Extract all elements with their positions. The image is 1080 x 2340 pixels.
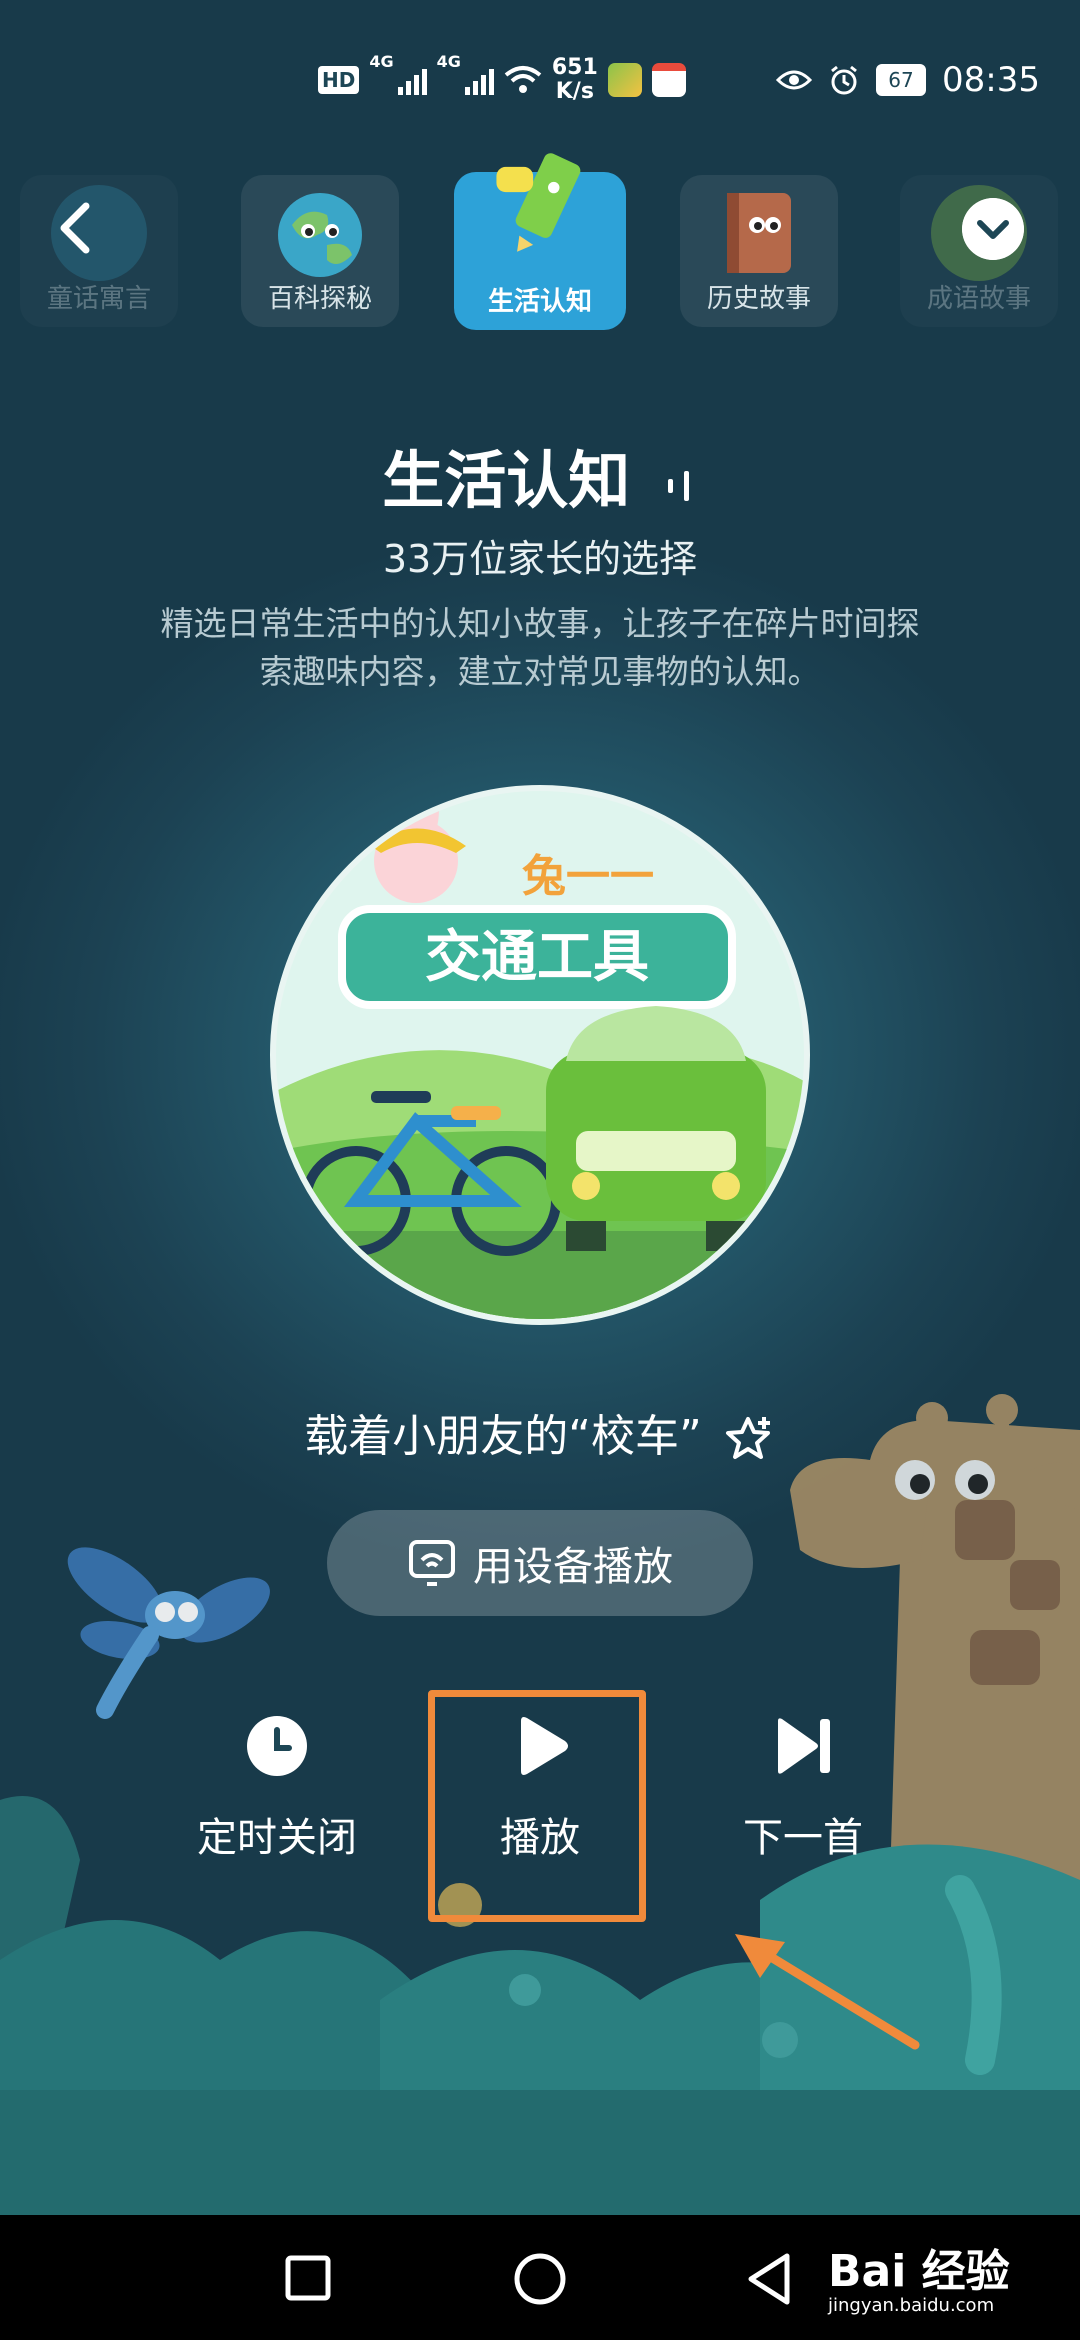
- chevron-down-icon[interactable]: [962, 198, 1024, 260]
- category-label: 百科探秘: [267, 284, 372, 314]
- net-label-1: 4G: [369, 52, 394, 71]
- page-title: 生活认知: [382, 444, 631, 517]
- net-speed: 651 K/s: [552, 56, 598, 104]
- category-tab-life-cognition[interactable]: 生活认知: [454, 153, 626, 330]
- net-speed-value: 651: [551, 55, 598, 80]
- clock: 08:35: [942, 60, 1040, 100]
- history-book-icon: [727, 193, 791, 273]
- status-bar: HD 4G 4G 651 K/s 67 08:35: [0, 0, 1080, 150]
- home-icon[interactable]: [513, 2252, 567, 2306]
- category-label: 成语故事: [926, 284, 1031, 314]
- earth-icon: [278, 193, 362, 277]
- category-tab-history[interactable]: 历史故事: [680, 175, 838, 327]
- wifi-icon: [504, 66, 542, 93]
- page-title-row: 生活认知: [0, 430, 1080, 520]
- next-track-label: 下一首: [743, 1815, 863, 1861]
- page-description: 精选日常生活中的认知小故事，让孩子在碎片时间探索趣味内容，建立对常见事物的认知。: [160, 604, 920, 691]
- pencil-icon: [496, 153, 581, 252]
- calendar-notification-icon: [651, 63, 686, 97]
- dragonfly-illustration: [67, 1547, 270, 1719]
- play-on-device-label: 用设备播放: [473, 1544, 673, 1590]
- cast-device-icon: [409, 1540, 455, 1586]
- clock-icon: [247, 1716, 307, 1776]
- skip-next-icon: [778, 1718, 830, 1774]
- timer-off-button[interactable]: 定时关闭: [167, 1715, 387, 1863]
- favorite-star-icon[interactable]: [724, 1413, 776, 1465]
- category-label: 历史故事: [706, 284, 811, 314]
- alarm-icon: [831, 65, 857, 95]
- app-notification-icon: [607, 63, 642, 97]
- eye-icon: [776, 70, 813, 90]
- back-icon[interactable]: [745, 2252, 793, 2306]
- cover-brand: 兔一一: [522, 851, 654, 902]
- next-track-button[interactable]: 下一首: [693, 1715, 913, 1863]
- audio-wave-icon: [667, 470, 689, 501]
- recent-apps-icon[interactable]: [285, 2255, 331, 2301]
- category-label: 童话寓言: [46, 284, 151, 314]
- baidu-watermark: Bai 经验 jingyan.baidu.com: [828, 2235, 1058, 2316]
- watermark-sub: jingyan.baidu.com: [828, 2295, 995, 2316]
- category-label: 生活认知: [487, 287, 592, 317]
- net-speed-unit: K/s: [555, 79, 594, 104]
- battery-indicator: 67: [876, 64, 927, 96]
- track-title-row: 载着小朋友的“校车”: [0, 1400, 1080, 1465]
- car-illustration: [546, 1006, 766, 1251]
- signal-icon: [397, 65, 427, 95]
- highlight-box: [428, 1690, 646, 1922]
- category-strip: 童话寓言 百科探秘 生活认知 历史故事 成语故事: [0, 153, 1080, 335]
- track-title: 载着小朋友的“校车”: [304, 1411, 702, 1462]
- cover-caption: 交通工具: [425, 925, 649, 990]
- watermark-text: Bai 经验: [828, 2246, 1010, 2297]
- play-on-device-button[interactable]: 用设备播放: [327, 1510, 753, 1616]
- page-subtitle: 33万位家长的选择: [382, 537, 698, 581]
- album-cover[interactable]: 兔一一 交通工具: [270, 785, 810, 1325]
- category-tab-encyclopedia[interactable]: 百科探秘: [241, 175, 399, 327]
- back-arrow-icon[interactable]: [48, 198, 108, 258]
- system-nav-bar: Bai 经验 jingyan.baidu.com: [0, 2215, 1080, 2340]
- cover-illustration: 兔一一 交通工具: [276, 791, 804, 1319]
- hd-badge: HD: [318, 66, 360, 94]
- signal-icon-2: [464, 65, 494, 95]
- timer-off-label: 定时关闭: [197, 1815, 357, 1861]
- net-label-2: 4G: [436, 52, 461, 71]
